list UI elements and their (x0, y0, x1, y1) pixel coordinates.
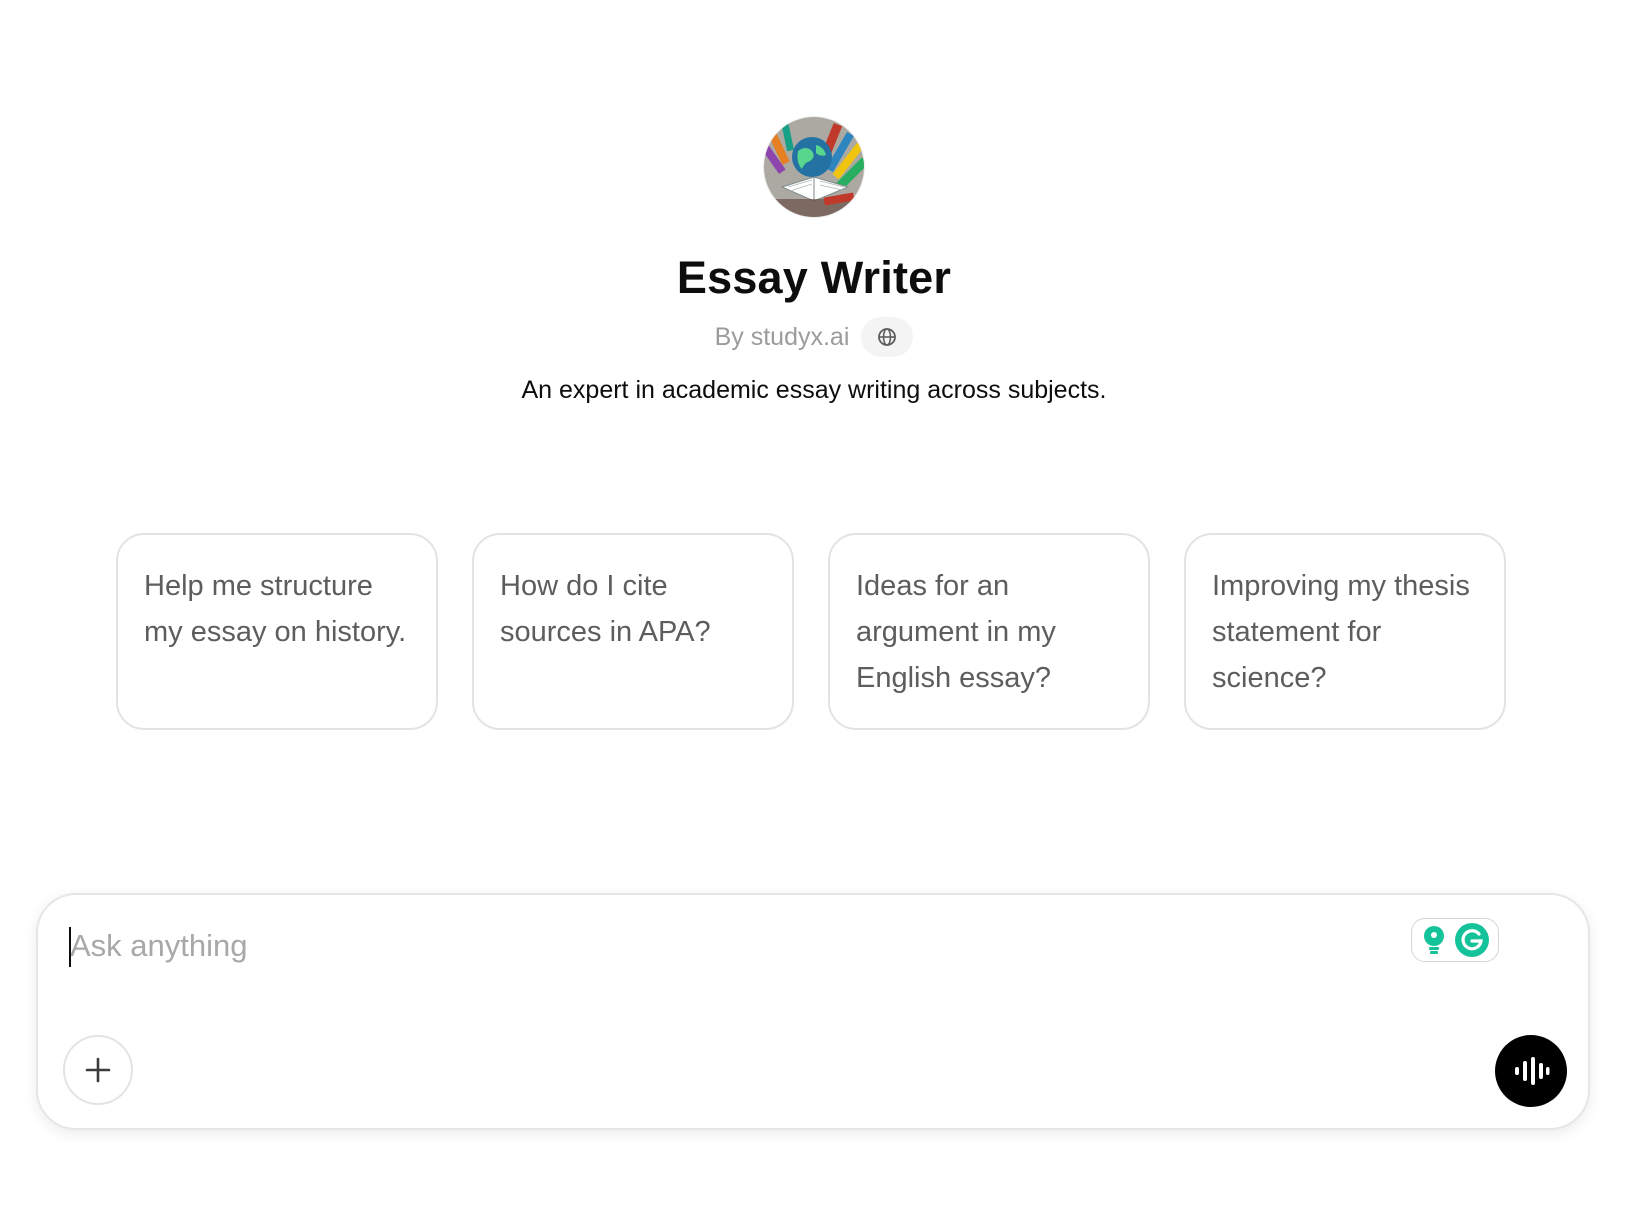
lightbulb-icon (1424, 926, 1444, 954)
gpt-avatar (764, 117, 864, 217)
voice-waveform-icon (1515, 1057, 1550, 1085)
suggestion-card[interactable]: Help me structure my essay on history. (116, 533, 438, 730)
grammarly-icon (1455, 923, 1489, 957)
suggestion-card[interactable]: Improving my thesis statement for scienc… (1184, 533, 1506, 730)
byline-author[interactable]: By studyx.ai (715, 323, 850, 352)
plus-icon (85, 1057, 111, 1083)
text-caret (69, 927, 71, 967)
voice-mode-button[interactable] (1495, 1035, 1567, 1107)
gpt-description: An expert in academic essay writing acro… (521, 376, 1107, 404)
gpt-byline: By studyx.ai (715, 317, 914, 357)
suggestion-card[interactable]: How do I cite sources in APA? (472, 533, 794, 730)
globe-button[interactable] (861, 317, 914, 357)
grammarly-widget[interactable] (1411, 918, 1499, 962)
message-input[interactable] (70, 921, 1370, 971)
suggestion-card[interactable]: Ideas for an argument in my English essa… (828, 533, 1150, 730)
gpt-header: Essay Writer By studyx.ai An expert in a… (0, 117, 1628, 406)
suggestion-list: Help me structure my essay on history. H… (116, 533, 1506, 730)
books-globe-illustration-icon (764, 117, 864, 217)
attach-button[interactable] (63, 1035, 133, 1105)
page: Essay Writer By studyx.ai An expert in a… (0, 0, 1628, 1226)
gpt-title: Essay Writer (676, 252, 952, 303)
globe-icon (878, 328, 897, 346)
message-composer (36, 893, 1590, 1130)
